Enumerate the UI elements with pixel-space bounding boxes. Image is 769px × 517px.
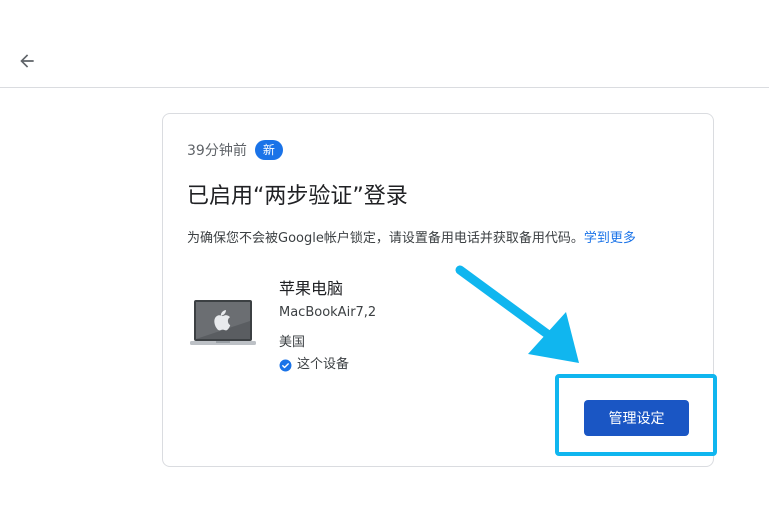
this-device-label: 这个设备 (297, 357, 350, 372)
this-device-indicator: 这个设备 (279, 356, 376, 374)
learn-more-link[interactable]: 学到更多 (584, 231, 636, 246)
new-badge: 新 (254, 140, 283, 160)
back-button[interactable] (12, 46, 42, 76)
device-name: 苹果电脑 (279, 279, 344, 298)
card-description: 为确保您不会被Google帐户锁定，请设置备用电话并获取备用代码。学到更多 (187, 227, 636, 246)
check-circle-icon (279, 359, 292, 372)
laptop-icon (190, 300, 256, 345)
device-model: MacBookAir7,2 (279, 305, 377, 320)
description-text: 为确保您不会被Google帐户锁定，请设置备用电话并获取备用代码。 (187, 231, 584, 246)
device-country: 美国 (279, 335, 306, 350)
event-time: 39分钟前 (187, 143, 247, 159)
manage-settings-button[interactable]: 管理设定 (584, 400, 689, 436)
arrow-left-icon (20, 54, 34, 68)
card-title: 已启用“两步验证”登录 (187, 184, 408, 209)
device-info: 苹果电脑 MacBookAir7,2 美国 这个设备 (279, 278, 376, 374)
top-bar (0, 0, 769, 88)
time-row: 39分钟前 新 (187, 140, 283, 160)
